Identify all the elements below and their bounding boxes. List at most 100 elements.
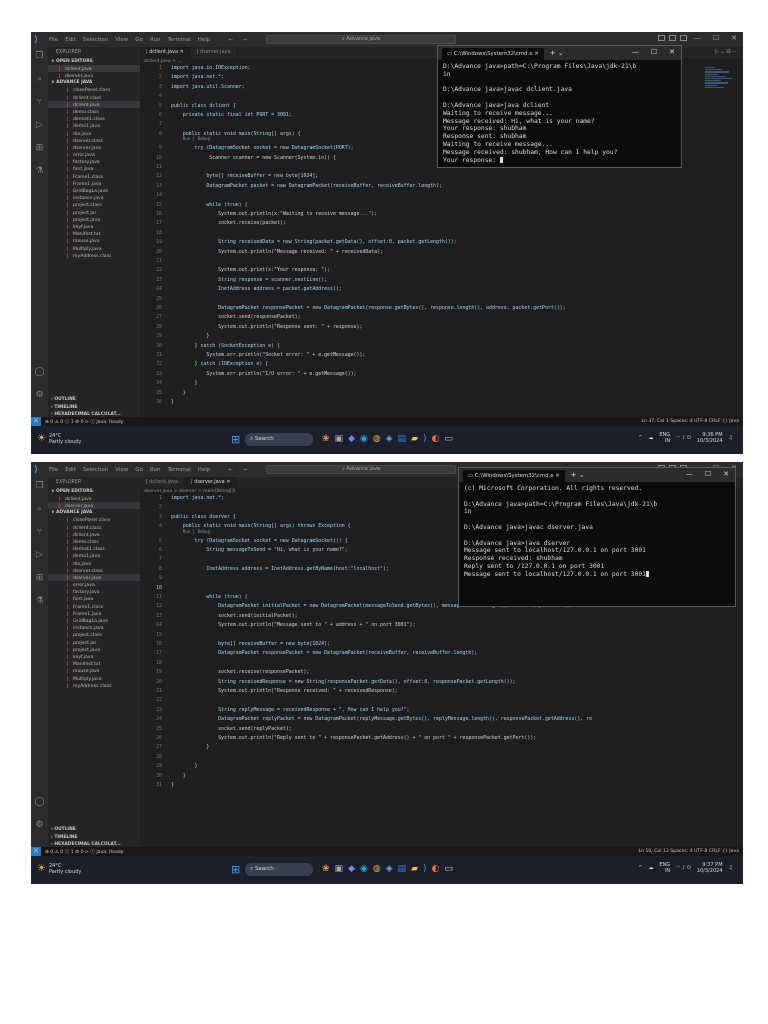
menu-item-terminal[interactable]: Terminal xyxy=(167,37,190,43)
layout-toggle-icon[interactable] xyxy=(680,35,687,41)
cloud-icon[interactable]: ☁ xyxy=(648,865,653,871)
task-view-icon[interactable]: ▣ xyxy=(335,863,344,876)
file-tree-item[interactable]: J Manifest.txt xyxy=(48,660,140,667)
menu-item-terminal[interactable]: Terminal xyxy=(167,467,190,473)
cmd-window[interactable]: ▭ C:\Windows\System32\cmd.e ✕ + ⌄ — ☐ ✕ D:\Ad… xyxy=(437,45,682,168)
file-tree-item[interactable]: Jdclient.class xyxy=(48,94,140,101)
menu-item-selection[interactable]: Selection xyxy=(83,467,108,473)
wifi-icon[interactable]: ◠ ♪ ⏻ xyxy=(676,435,691,441)
new-tab-icon[interactable]: + ⌄ xyxy=(550,49,564,57)
edge-icon[interactable]: ◉ xyxy=(360,863,368,876)
layout-icons[interactable] xyxy=(658,35,687,41)
file-tree-item[interactable]: Jmouse.java xyxy=(48,237,140,244)
editor-actions[interactable]: ▷ ⌄ ⊟ ⋯ xyxy=(715,47,737,58)
taskbar-search[interactable]: ⌕ Search xyxy=(245,863,313,876)
file-tree-item[interactable]: Jinstance.java xyxy=(48,624,140,631)
file-tree-item[interactable]: Jdserver.class xyxy=(48,137,140,144)
chrome-icon[interactable]: ◍ xyxy=(373,863,381,876)
maximize-icon[interactable]: ☐ xyxy=(651,48,657,56)
tab-dserver-java[interactable]: J dserver.java ✕ xyxy=(185,477,238,488)
chat-icon[interactable]: ◆ xyxy=(348,863,355,876)
file-tree-item[interactable]: Jerror.java xyxy=(48,151,140,158)
file-tree-item[interactable]: JclosePanel.class xyxy=(48,516,140,523)
sidebar-section-1[interactable]: › TIMELINE xyxy=(48,404,140,412)
run-debug-icon[interactable]: ▷ xyxy=(34,550,45,561)
menu-item-edit[interactable]: Edit xyxy=(65,467,76,473)
extensions-icon[interactable]: ⊞ xyxy=(34,143,45,154)
menu-item-help[interactable]: Help xyxy=(198,467,211,473)
open-editor-item[interactable]: Jdclient.java xyxy=(48,65,140,73)
file-tree-item[interactable]: Jproject.java xyxy=(48,216,140,223)
testing-icon[interactable]: ⚗ xyxy=(34,166,45,177)
notification-bell-icon[interactable]: ♫ xyxy=(729,435,733,441)
search-icon[interactable]: ⌕ xyxy=(34,504,45,515)
file-tree-item[interactable]: Jmouse.java xyxy=(48,667,140,674)
store-icon[interactable]: ◈ xyxy=(386,863,393,876)
file-tree-item[interactable]: Jdemo$1.class xyxy=(48,545,140,552)
file-tree-item[interactable]: Jerror.java xyxy=(48,581,140,588)
close-tab-icon[interactable]: ✕ xyxy=(533,51,539,57)
file-tree-item[interactable]: J Multiply.java xyxy=(48,675,140,682)
status-left[interactable]: ⊗ 0 ⚠ 0 ⓘ 1 ⚙ 0 ⊳ ⓘ Java: Ready xyxy=(45,849,123,855)
file-tree-item[interactable]: Jdserver.java xyxy=(48,573,140,582)
sidebar-section-0[interactable]: › OUTLINE xyxy=(48,826,140,834)
minimap[interactable] xyxy=(705,67,735,97)
maximize-icon[interactable]: ☐ xyxy=(713,34,719,42)
explorer-icon[interactable]: ❐ xyxy=(34,481,45,492)
close-tab-icon[interactable]: ✕ xyxy=(178,49,184,55)
close-icon[interactable]: ✕ xyxy=(723,470,729,478)
command-center-search[interactable]: ⌕ Advance java xyxy=(266,465,456,474)
command-center-search[interactable]: ⌕ Advance java xyxy=(266,35,456,44)
source-control-icon[interactable]: ⑂ xyxy=(34,527,45,538)
clock[interactable]: 9:36 PM 10/3/2024 xyxy=(697,432,723,444)
codelens-run-debug[interactable]: Run | Debug xyxy=(183,529,210,534)
status-right[interactable]: Ln 10, Col 13 Spaces: 4 UTF-8 CRLF {} Ja… xyxy=(639,847,739,856)
menu-item-go[interactable]: Go xyxy=(135,467,143,473)
file-tree-item[interactable]: Jdia.java xyxy=(48,130,140,137)
nav-arrows[interactable]: ← → xyxy=(228,37,251,43)
firefox-icon[interactable]: ◐ xyxy=(432,433,440,446)
open-editors-section[interactable]: ∨ OPEN EDITORS xyxy=(48,58,140,65)
tab-dserver-java[interactable]: J dserver.java xyxy=(191,47,238,58)
file-tree-item[interactable]: Jinstance.java xyxy=(48,194,140,201)
tab-dclient-java[interactable]: J dclient.java xyxy=(140,477,186,488)
file-tree-item[interactable]: Jdemo.class xyxy=(48,108,140,115)
chevron-up-icon[interactable]: ^ xyxy=(638,865,642,871)
photos-icon[interactable]: ▤ xyxy=(398,433,407,446)
menu-item-edit[interactable]: Edit xyxy=(65,37,76,43)
open-editor-item[interactable]: Jdserver.java xyxy=(48,502,140,510)
settings-gear-icon[interactable]: ⚙ xyxy=(34,390,45,401)
notification-bell-icon[interactable]: ♫ xyxy=(729,865,733,871)
file-tree-item[interactable]: Jdclient.java xyxy=(48,100,140,108)
file-tree-item[interactable]: Jkeyf.java xyxy=(48,223,140,230)
file-tree-item[interactable]: J Multiply.java xyxy=(48,245,140,252)
account-icon[interactable]: ◯ xyxy=(34,797,45,808)
close-tab-icon[interactable]: ✕ xyxy=(225,479,230,485)
chat-icon[interactable]: ◆ xyxy=(348,433,355,446)
menu-item-selection[interactable]: Selection xyxy=(83,37,108,43)
file-tree-item[interactable]: Jproject.java xyxy=(48,646,140,653)
search-icon[interactable]: ⌕ xyxy=(34,74,45,85)
file-tree-item[interactable]: Jdserver.java xyxy=(48,144,140,151)
vscode-icon[interactable]: ⟩ xyxy=(423,433,427,446)
file-tree-item[interactable]: Jfont.java xyxy=(48,595,140,602)
close-tab-icon[interactable]: ✕ xyxy=(554,473,560,479)
minimize-icon[interactable]: — xyxy=(694,34,701,42)
file-tree-item[interactable]: JclosePanel.class xyxy=(48,86,140,93)
cmd-tab[interactable]: ▭ C:\Windows\System32\cmd.e ✕ xyxy=(463,470,565,482)
close-icon[interactable]: ✕ xyxy=(669,48,675,56)
open-editor-item[interactable]: Jdclient.java xyxy=(48,495,140,502)
cmd-output[interactable]: D:\Advance java>path=C:\Program Files\Ja… xyxy=(438,60,681,167)
project-section[interactable]: ∨ ADVANCE JAVA xyxy=(48,509,140,516)
cmd-tab[interactable]: ▭ C:\Windows\System32\cmd.e ✕ xyxy=(442,48,544,60)
language-indicator[interactable]: ENG IN xyxy=(659,432,670,444)
file-tree-item[interactable]: Jfont.java xyxy=(48,165,140,172)
cmd-window[interactable]: ▭ C:\Windows\System32\cmd.e ✕ + ⌄ — ☐ ✕ (c) M… xyxy=(458,467,736,607)
file-tree-item[interactable]: Jdclient.java xyxy=(48,531,140,538)
file-tree-item[interactable]: Jfactory.java xyxy=(48,588,140,595)
weather-widget[interactable]: ☀ 24°C Partly cloudy xyxy=(37,433,81,445)
run-debug-icon[interactable]: ▷ xyxy=(34,120,45,131)
menu-item-run[interactable]: Run xyxy=(150,37,161,43)
sidebar-section-1[interactable]: › TIMELINE xyxy=(48,834,140,842)
file-tree-item[interactable]: J Frame1.java xyxy=(48,180,140,187)
